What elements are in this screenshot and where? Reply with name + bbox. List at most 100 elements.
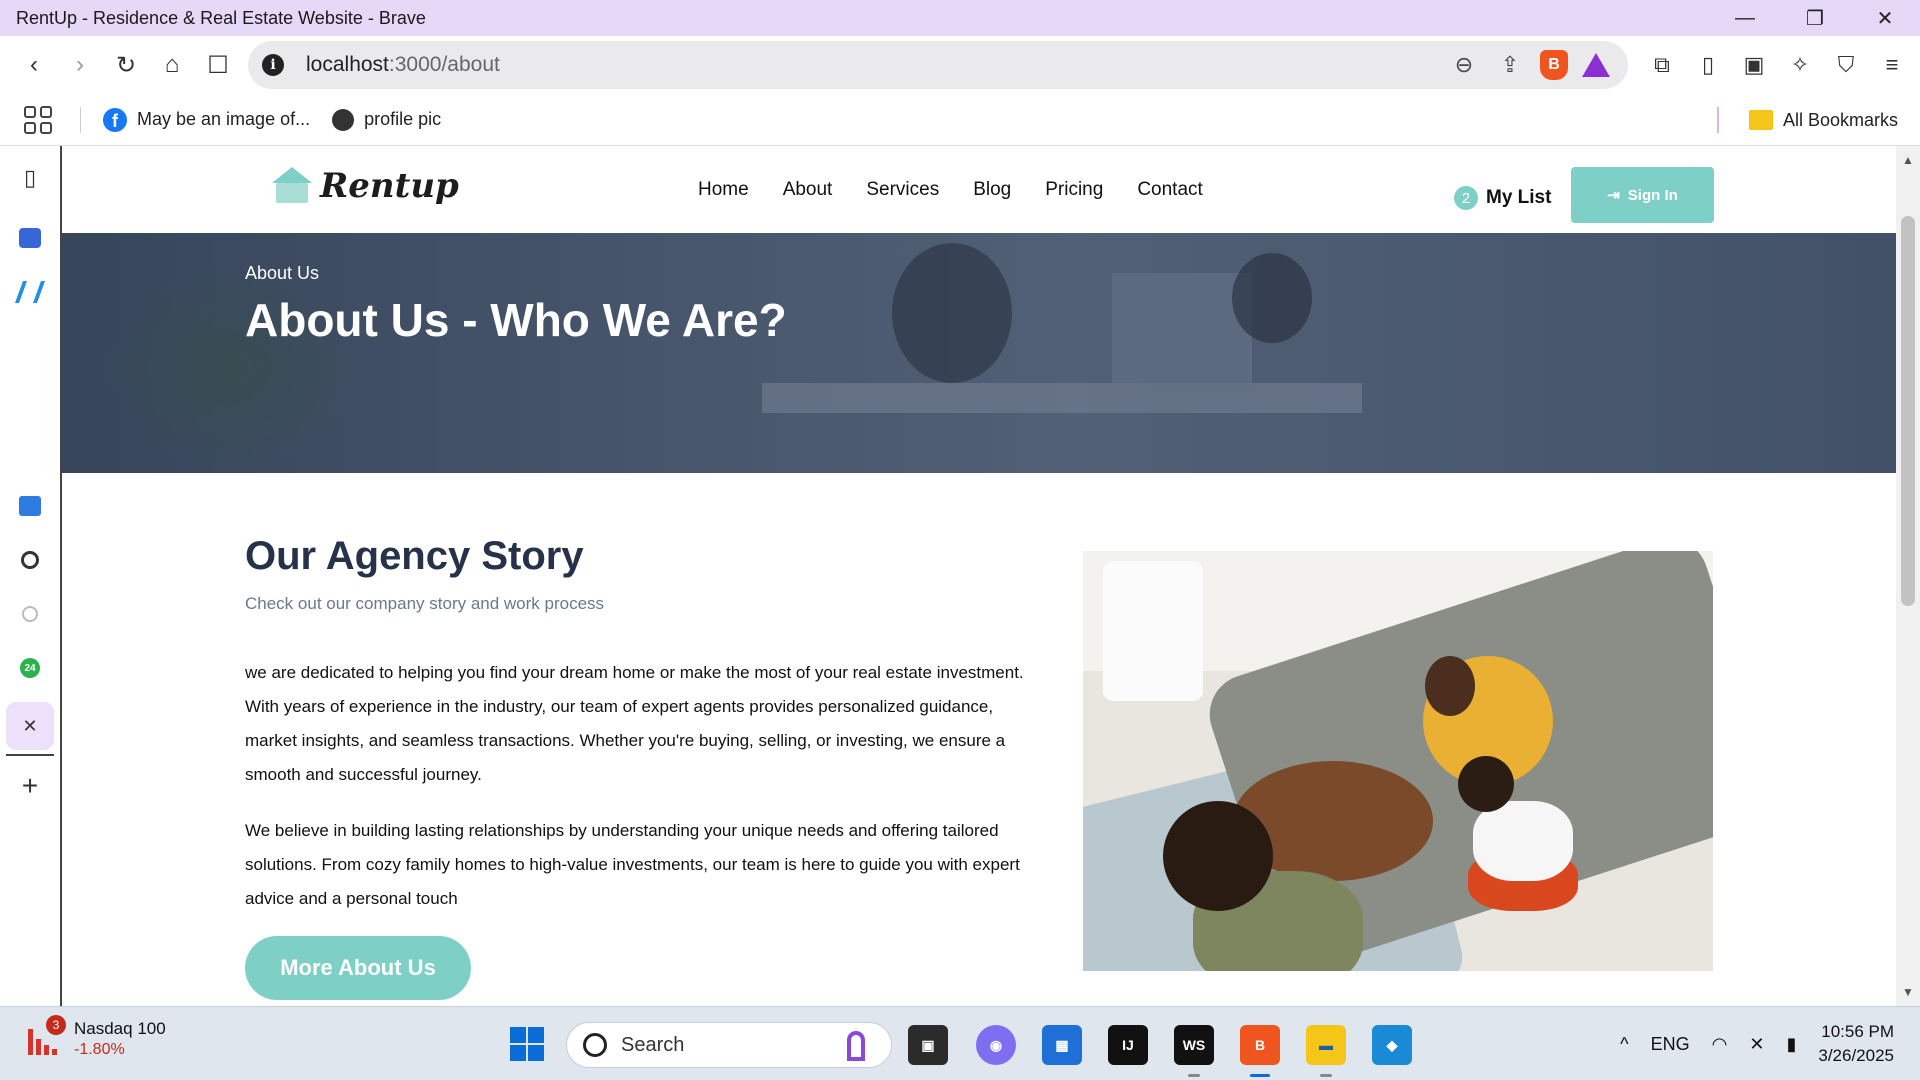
page-scrollbar[interactable]: ▲ ▼ <box>1896 146 1920 1006</box>
tray-chevron-icon[interactable]: ^ <box>1620 1034 1628 1055</box>
nav-home[interactable]: Home <box>698 179 749 201</box>
browser-toolbar: ‹ › ↻ ⌂ ☐ i localhost:3000/about ⊖ ⇪ B ⧉… <box>0 36 1920 94</box>
widget-title: Nasdaq 100 <box>74 1019 166 1038</box>
minimize-button[interactable]: — <box>1710 0 1780 36</box>
apps-grid-icon[interactable] <box>24 105 52 134</box>
reload-button[interactable]: ↻ <box>104 43 148 87</box>
wifi-icon[interactable]: ◠ <box>1712 1034 1728 1055</box>
system-tray: ^ ENG ◠ ✕ ▮ 10:56 PM 3/26/2025 <box>1620 1007 1894 1080</box>
sidebar-divider <box>6 754 54 756</box>
home-small-icon[interactable] <box>14 598 46 630</box>
story-title: Our Agency Story <box>245 534 584 578</box>
main-nav: Home About Services Blog Pricing Contact <box>698 146 1203 233</box>
back-button[interactable]: ‹ <box>12 43 56 87</box>
nav-pricing[interactable]: Pricing <box>1045 179 1103 201</box>
browser-sidebar: ▯ 24 ✕ + <box>0 146 62 1006</box>
nav-services[interactable]: Services <box>866 179 939 201</box>
battery-icon[interactable]: ▮ <box>1786 1034 1796 1055</box>
more-about-us-button[interactable]: More About Us <box>245 936 471 1000</box>
family-photo <box>1083 551 1713 971</box>
print-icon[interactable] <box>14 222 46 254</box>
scrollbar-thumb[interactable] <box>1901 216 1915 606</box>
url-host: localhost <box>306 53 389 76</box>
wallet-icon[interactable]: ▣ <box>1738 49 1770 81</box>
bookmark-button[interactable]: ☐ <box>196 43 240 87</box>
scroll-up-arrow[interactable]: ▲ <box>1896 150 1920 170</box>
zoom-icon[interactable]: ⊖ <box>1448 49 1480 81</box>
site-info-icon[interactable]: i <box>262 54 284 76</box>
restore-button[interactable]: ❐ <box>1780 0 1850 36</box>
bookmark-item[interactable]: profile pic <box>332 108 442 131</box>
house-icon <box>270 167 314 205</box>
brave-shields-icon[interactable]: B <box>1540 50 1568 80</box>
clock-time: 10:56 PM <box>1821 1022 1894 1041</box>
leo-ai-icon[interactable]: ✧ <box>1784 49 1816 81</box>
openai-icon[interactable] <box>14 544 46 576</box>
volume-muted-icon[interactable]: ✕ <box>1749 1034 1764 1055</box>
webstorm-icon[interactable]: WS <box>1174 1025 1214 1077</box>
folder-icon <box>1748 110 1773 130</box>
nav-about[interactable]: About <box>783 179 833 201</box>
sign-in-button[interactable]: ⇥ Sign In <box>1571 167 1714 223</box>
copilot-icon[interactable]: ◉ <box>976 1025 1016 1065</box>
sidebar-toggle-icon[interactable]: ▯ <box>1692 49 1724 81</box>
url-path: :3000/about <box>388 53 500 76</box>
microsoft-store-icon[interactable]: ▦ <box>1042 1025 1082 1065</box>
story-subtitle: Check out our company story and work pro… <box>245 594 605 613</box>
brave-rewards-icon[interactable] <box>1582 53 1610 77</box>
my-list-link[interactable]: 2 My List <box>1454 186 1551 210</box>
forward-button[interactable]: › <box>58 43 102 87</box>
address-bar[interactable]: i localhost:3000/about ⊖ ⇪ B <box>248 41 1628 89</box>
all-bookmarks[interactable]: All Bookmarks <box>1716 94 1898 146</box>
scroll-down-arrow[interactable]: ▼ <box>1896 982 1920 1002</box>
facebook-icon: f <box>103 107 127 132</box>
sidebar-panel-icon[interactable]: ▯ <box>14 162 46 194</box>
bookmark-item[interactable]: f May be an image of... <box>103 107 310 132</box>
language-indicator[interactable]: ENG <box>1651 1034 1690 1055</box>
home-button[interactable]: ⌂ <box>150 43 194 87</box>
bookmarks-bar: f May be an image of... profile pic All … <box>0 94 1920 146</box>
sign-in-label: Sign In <box>1627 186 1678 204</box>
brave-taskbar-icon[interactable]: B <box>1240 1025 1280 1077</box>
brand-name: Rentup <box>320 166 459 206</box>
clock[interactable]: 10:56 PM 3/26/2025 <box>1818 1020 1894 1068</box>
site-header: Rentup Home About Services Blog Pricing … <box>62 146 1896 233</box>
page-title: About Us - Who We Are? <box>245 294 787 346</box>
awareness-ribbon-icon <box>847 1031 865 1061</box>
hero-overlay <box>62 233 1896 473</box>
my-list-label: My List <box>1486 187 1552 208</box>
extensions-icon[interactable]: ⧉ <box>1646 49 1678 81</box>
vpn-icon[interactable]: ⛉ <box>1830 49 1862 81</box>
windows-taskbar: 3 Nasdaq 100 -1.80% Search ▣ ◉ ▦ IJ WS B… <box>0 1006 1920 1080</box>
menu-icon[interactable]: ≡ <box>1876 49 1908 81</box>
close-icon[interactable]: ✕ <box>6 702 54 750</box>
bookmark-label: profile pic <box>364 109 442 129</box>
task-view-icon[interactable]: ▣ <box>908 1025 948 1065</box>
story-paragraph: we are dedicated to helping you find you… <box>245 663 1024 784</box>
stocks-widget[interactable]: 3 Nasdaq 100 -1.80% <box>26 1015 166 1059</box>
search-label: Search <box>621 1033 685 1056</box>
clock-24-icon[interactable]: 24 <box>14 652 46 684</box>
contacts-icon[interactable] <box>14 490 46 522</box>
stock-chart-icon: 3 <box>26 1015 66 1057</box>
nav-blog[interactable]: Blog <box>973 179 1011 201</box>
clock-date: 3/26/2025 <box>1818 1046 1894 1065</box>
url-text[interactable]: localhost:3000/about <box>306 53 500 77</box>
wave-icon[interactable] <box>14 276 46 308</box>
vscode-icon[interactable]: ◆ <box>1372 1025 1412 1065</box>
hero-banner: About Us About Us - Who We Are? <box>62 233 1896 473</box>
intellij-icon[interactable]: IJ <box>1108 1025 1148 1065</box>
webpage: Rentup Home About Services Blog Pricing … <box>62 146 1896 1006</box>
plus-icon[interactable]: + <box>14 770 46 802</box>
file-explorer-icon[interactable]: ▬ <box>1306 1025 1346 1077</box>
sign-in-icon: ⇥ <box>1607 187 1620 204</box>
share-icon[interactable]: ⇪ <box>1494 49 1526 81</box>
windows-start-icon[interactable] <box>510 1027 544 1061</box>
widget-value: -1.80% <box>74 1041 125 1058</box>
nav-contact[interactable]: Contact <box>1137 179 1202 201</box>
taskbar-search[interactable]: Search <box>566 1022 892 1068</box>
site-logo[interactable]: Rentup <box>270 166 459 206</box>
address-bar-actions: ⊖ ⇪ B <box>1448 41 1610 89</box>
window-title: RentUp - Residence & Real Estate Website… <box>16 7 426 28</box>
close-window-button[interactable]: ✕ <box>1850 0 1920 36</box>
